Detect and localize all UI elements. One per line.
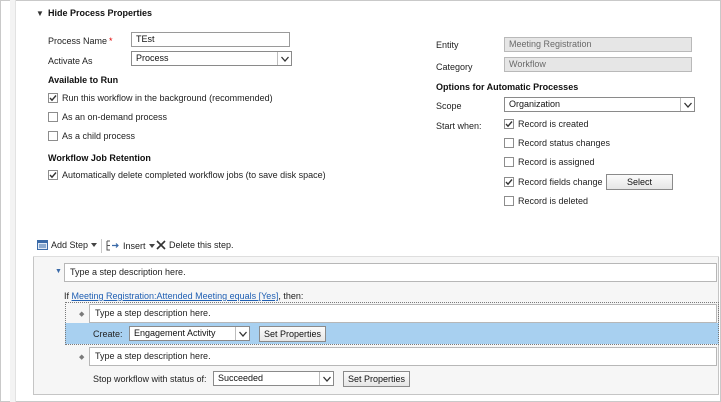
scope-select[interactable]: Organization xyxy=(504,97,695,112)
condition-link[interactable]: Meeting Registration:Attended Meeting eq… xyxy=(72,291,279,301)
step-bullet-icon: ◆ xyxy=(79,311,85,318)
select-fields-button[interactable]: Select xyxy=(606,174,673,190)
stop-status-select[interactable]: Succeeded xyxy=(213,371,334,386)
activate-as-select[interactable]: Process xyxy=(131,51,292,66)
process-name-label: Process Name * xyxy=(48,36,113,46)
stop-workflow-label: Stop workflow with status of: xyxy=(93,374,207,384)
start-when-label: Start when: xyxy=(436,121,482,131)
insert-icon xyxy=(106,240,119,251)
process-name-input[interactable]: TEst xyxy=(131,32,290,47)
delete-step-button[interactable]: Delete this step. xyxy=(156,240,234,250)
checkbox-unchecked[interactable] xyxy=(48,112,58,122)
create-label: Create: xyxy=(93,329,123,339)
available-to-run-heading: Available to Run xyxy=(48,75,119,85)
chevron-down-icon xyxy=(680,98,694,111)
background-option[interactable]: Run this workflow in the background (rec… xyxy=(48,93,273,103)
condition-line: If Meeting Registration:Attended Meeting… xyxy=(64,291,303,301)
create-entity-select[interactable]: Engagement Activity xyxy=(129,326,250,341)
step-bullet-icon: ◆ xyxy=(79,354,85,361)
checkbox-checked[interactable] xyxy=(504,177,514,187)
checkbox-checked[interactable] xyxy=(48,93,58,103)
condition-prefix: If xyxy=(64,291,72,301)
record-created-option[interactable]: Record is created xyxy=(504,119,589,129)
delete-x-icon xyxy=(156,240,166,250)
set-properties-button[interactable]: Set Properties xyxy=(259,326,326,342)
record-created-label: Record is created xyxy=(518,119,589,129)
stop-status-value: Succeeded xyxy=(218,373,264,383)
activate-as-value: Process xyxy=(136,53,169,63)
retention-heading: Workflow Job Retention xyxy=(48,153,151,163)
checkbox-checked[interactable] xyxy=(504,119,514,129)
background-option-label: Run this workflow in the background (rec… xyxy=(62,93,273,103)
collapse-toggle-icon[interactable]: ▼ xyxy=(36,9,44,18)
add-step-button[interactable]: Add Step xyxy=(37,240,98,250)
on-demand-option-label: As an on-demand process xyxy=(62,112,168,122)
checkbox-unchecked[interactable] xyxy=(504,138,514,148)
checkbox-unchecked[interactable] xyxy=(504,196,514,206)
record-deleted-option[interactable]: Record is deleted xyxy=(504,196,588,206)
expand-step-icon[interactable]: ▼ xyxy=(55,268,62,275)
insert-button[interactable]: Insert xyxy=(106,240,155,251)
left-rail xyxy=(10,0,16,402)
checkmark-icon xyxy=(49,172,57,179)
activate-as-label: Activate As xyxy=(48,56,93,66)
required-marker: * xyxy=(109,36,113,46)
chevron-down-icon xyxy=(319,372,333,385)
record-status-label: Record status changes xyxy=(518,138,611,148)
insert-label: Insert xyxy=(123,240,146,251)
category-field: Workflow xyxy=(504,57,692,72)
checkmark-icon xyxy=(49,95,57,102)
process-name-label-text: Process Name xyxy=(48,36,108,46)
dropdown-caret-icon xyxy=(148,243,155,248)
record-assigned-option[interactable]: Record is assigned xyxy=(504,157,595,167)
stop-set-properties-button[interactable]: Set Properties xyxy=(343,371,410,387)
condition-suffix: , then: xyxy=(278,291,304,301)
toolbar-separator xyxy=(101,239,102,253)
record-fields-change-option[interactable]: Record fields change xyxy=(504,177,603,187)
record-assigned-label: Record is assigned xyxy=(518,157,595,167)
category-label: Category xyxy=(436,62,473,72)
checkbox-unchecked[interactable] xyxy=(504,157,514,167)
step-description-input[interactable]: Type a step description here. xyxy=(64,263,717,282)
record-status-option[interactable]: Record status changes xyxy=(504,138,610,148)
auto-delete-option[interactable]: Automatically delete completed workflow … xyxy=(48,170,326,180)
delete-step-label: Delete this step. xyxy=(169,240,234,250)
chevron-down-icon xyxy=(235,327,249,340)
checkmark-icon xyxy=(505,179,513,186)
dropdown-caret-icon xyxy=(91,243,98,247)
second-step-description-input[interactable]: Type a step description here. xyxy=(89,347,717,366)
scope-label: Scope xyxy=(436,101,462,111)
on-demand-option[interactable]: As an on-demand process xyxy=(48,112,167,122)
record-fields-change-label: Record fields change xyxy=(518,177,603,187)
checkbox-checked[interactable] xyxy=(48,170,58,180)
chevron-down-icon xyxy=(277,52,291,65)
add-step-icon xyxy=(37,240,48,250)
record-deleted-label: Record is deleted xyxy=(518,196,589,206)
entity-field: Meeting Registration xyxy=(504,37,692,52)
inner-step-description-input[interactable]: Type a step description here. xyxy=(89,304,717,323)
entity-label: Entity xyxy=(436,40,459,50)
section-title[interactable]: Hide Process Properties xyxy=(48,8,152,18)
create-entity-value: Engagement Activity xyxy=(134,328,216,338)
child-process-option[interactable]: As a child process xyxy=(48,131,135,141)
scope-value: Organization xyxy=(509,99,561,109)
checkbox-unchecked[interactable] xyxy=(48,131,58,141)
add-step-label: Add Step xyxy=(51,240,89,250)
auto-delete-option-label: Automatically delete completed workflow … xyxy=(62,170,326,180)
checkmark-icon xyxy=(505,121,513,128)
automatic-options-heading: Options for Automatic Processes xyxy=(436,82,579,92)
child-process-option-label: As a child process xyxy=(62,131,136,141)
